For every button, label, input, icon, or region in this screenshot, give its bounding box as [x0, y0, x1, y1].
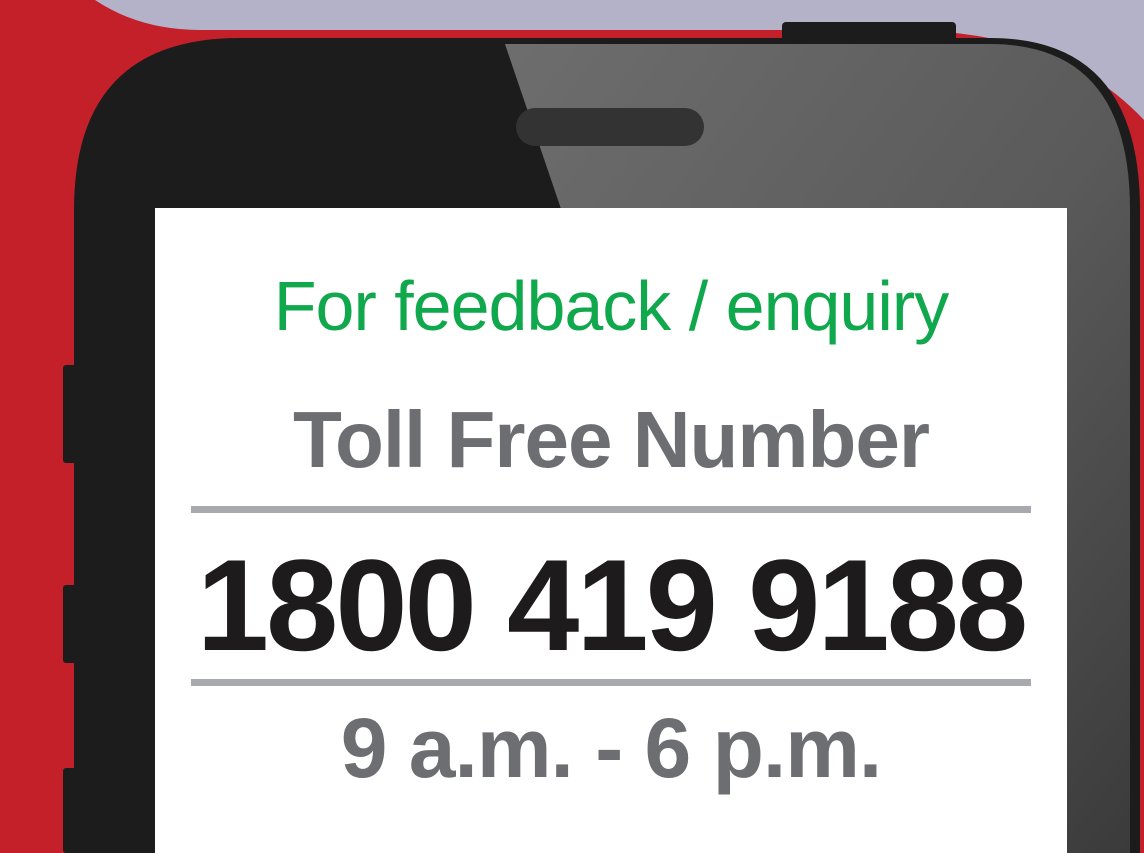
speaker-grille: [516, 108, 704, 146]
toll-free-phone-number[interactable]: 1800 419 9188: [155, 530, 1067, 680]
service-hours: 9 a.m. - 6 p.m.: [340, 701, 883, 795]
feedback-subtitle: For feedback / enquiry: [273, 267, 949, 345]
phone-screen: For feedback / enquiry Toll Free Number …: [155, 208, 1067, 853]
divider-bottom: [191, 679, 1031, 686]
divider-top: [191, 506, 1031, 513]
toll-free-heading: Toll Free Number: [293, 395, 930, 484]
